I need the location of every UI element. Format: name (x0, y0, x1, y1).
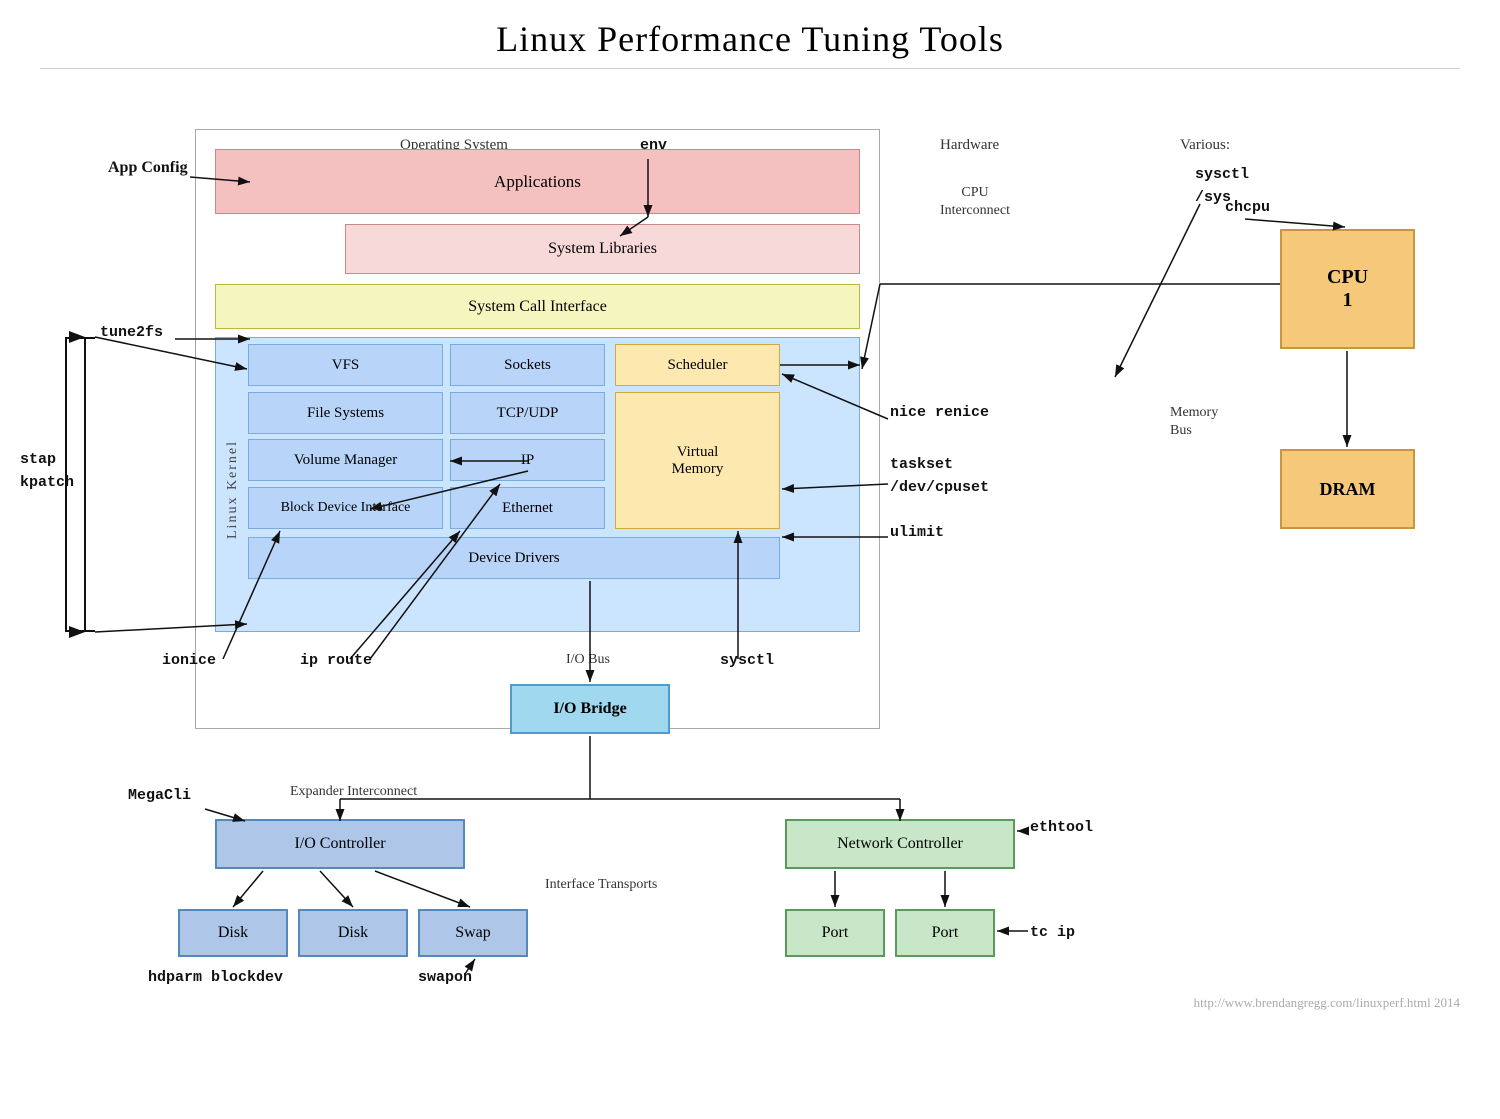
hdparm-blockdev-label: hdparm blockdev (148, 969, 283, 986)
env-label: env (640, 137, 667, 154)
main-diagram: Operating System Hardware Various: CPUIn… (0, 69, 1500, 1029)
ionice-label: ionice (162, 652, 216, 669)
ethtool-label: ethtool (1030, 819, 1093, 836)
io-controller-box: I/O Controller (215, 819, 465, 869)
various-section-label: Various: (1180, 137, 1230, 154)
interface-transports-label: Interface Transports (545, 877, 657, 893)
file-systems-label: File Systems (307, 405, 384, 422)
network-controller-label: Network Controller (837, 835, 963, 853)
port1-label: Port (822, 924, 849, 942)
system-call-interface-box: System Call Interface (215, 284, 860, 329)
scheduler-label: Scheduler (668, 357, 728, 374)
virtual-memory-box: VirtualMemory (615, 392, 780, 529)
volume-manager-box: Volume Manager (248, 439, 443, 481)
stap-brace-top (83, 337, 95, 339)
port2-box: Port (895, 909, 995, 957)
nice-renice-label: nice renice (890, 404, 989, 421)
ip-route-label: ip route (300, 652, 372, 669)
stap-kpatch-brace (65, 337, 85, 632)
ulimit-label: ulimit (890, 524, 944, 541)
cpu-box: CPU1 (1280, 229, 1415, 349)
cpu-interconnect-label: CPUInterconnect (940, 184, 1010, 220)
disk2-label: Disk (338, 924, 368, 942)
tune2fs-label: tune2fs (100, 324, 163, 341)
applications-box: Applications (215, 149, 860, 214)
io-bridge-label: I/O Bridge (553, 700, 626, 718)
dram-box: DRAM (1280, 449, 1415, 529)
swap-box: Swap (418, 909, 528, 957)
file-systems-box: File Systems (248, 392, 443, 434)
expander-interconnect-label: Expander Interconnect (290, 784, 417, 800)
scheduler-box: Scheduler (615, 344, 780, 386)
memory-bus-label: MemoryBus (1170, 404, 1218, 440)
system-libraries-box: System Libraries (345, 224, 860, 274)
port2-label: Port (932, 924, 959, 942)
disk2-box: Disk (298, 909, 408, 957)
app-config-label: App Config (108, 159, 188, 177)
virtual-memory-label: VirtualMemory (672, 444, 724, 478)
applications-label: Applications (494, 172, 581, 192)
megacli-label: MegaCli (128, 787, 191, 804)
ip-label: IP (521, 452, 534, 469)
disk1-label: Disk (218, 924, 248, 942)
footer-url: http://www.brendangregg.com/linuxperf.ht… (1194, 995, 1460, 1011)
swapon-label: swapon (418, 969, 472, 986)
hardware-section-label: Hardware (940, 137, 999, 154)
network-controller-box: Network Controller (785, 819, 1015, 869)
block-device-interface-box: Block Device Interface (248, 487, 443, 529)
tcp-udp-label: TCP/UDP (497, 405, 559, 422)
port1-box: Port (785, 909, 885, 957)
sockets-box: Sockets (450, 344, 605, 386)
taskset-cpuset-label: taskset/dev/cpuset (890, 454, 989, 499)
io-controller-label: I/O Controller (294, 835, 385, 853)
tc-ip-label: tc ip (1030, 924, 1075, 941)
device-drivers-box: Device Drivers (248, 537, 780, 579)
page-title: Linux Performance Tuning Tools (0, 0, 1500, 68)
ip-box: IP (450, 439, 605, 481)
ethernet-box: Ethernet (450, 487, 605, 529)
volume-manager-label: Volume Manager (294, 452, 397, 469)
sockets-label: Sockets (504, 357, 551, 374)
stap-brace-bottom (83, 630, 95, 632)
tcp-udp-box: TCP/UDP (450, 392, 605, 434)
disk1-box: Disk (178, 909, 288, 957)
linux-kernel-label: Linux Kernel (219, 369, 247, 609)
vfs-box: VFS (248, 344, 443, 386)
block-device-interface-label: Block Device Interface (281, 500, 411, 516)
io-bridge-box: I/O Bridge (510, 684, 670, 734)
swap-label: Swap (455, 924, 491, 942)
cpu-label: CPU1 (1327, 266, 1368, 312)
sysctl2-label: sysctl (720, 652, 774, 669)
ethernet-label: Ethernet (502, 500, 553, 517)
dram-label: DRAM (1320, 479, 1376, 500)
vfs-label: VFS (332, 357, 360, 374)
device-drivers-label: Device Drivers (468, 550, 559, 567)
system-call-interface-label: System Call Interface (468, 298, 607, 316)
system-libraries-label: System Libraries (548, 240, 657, 258)
chcpu-label: chcpu (1225, 199, 1270, 216)
